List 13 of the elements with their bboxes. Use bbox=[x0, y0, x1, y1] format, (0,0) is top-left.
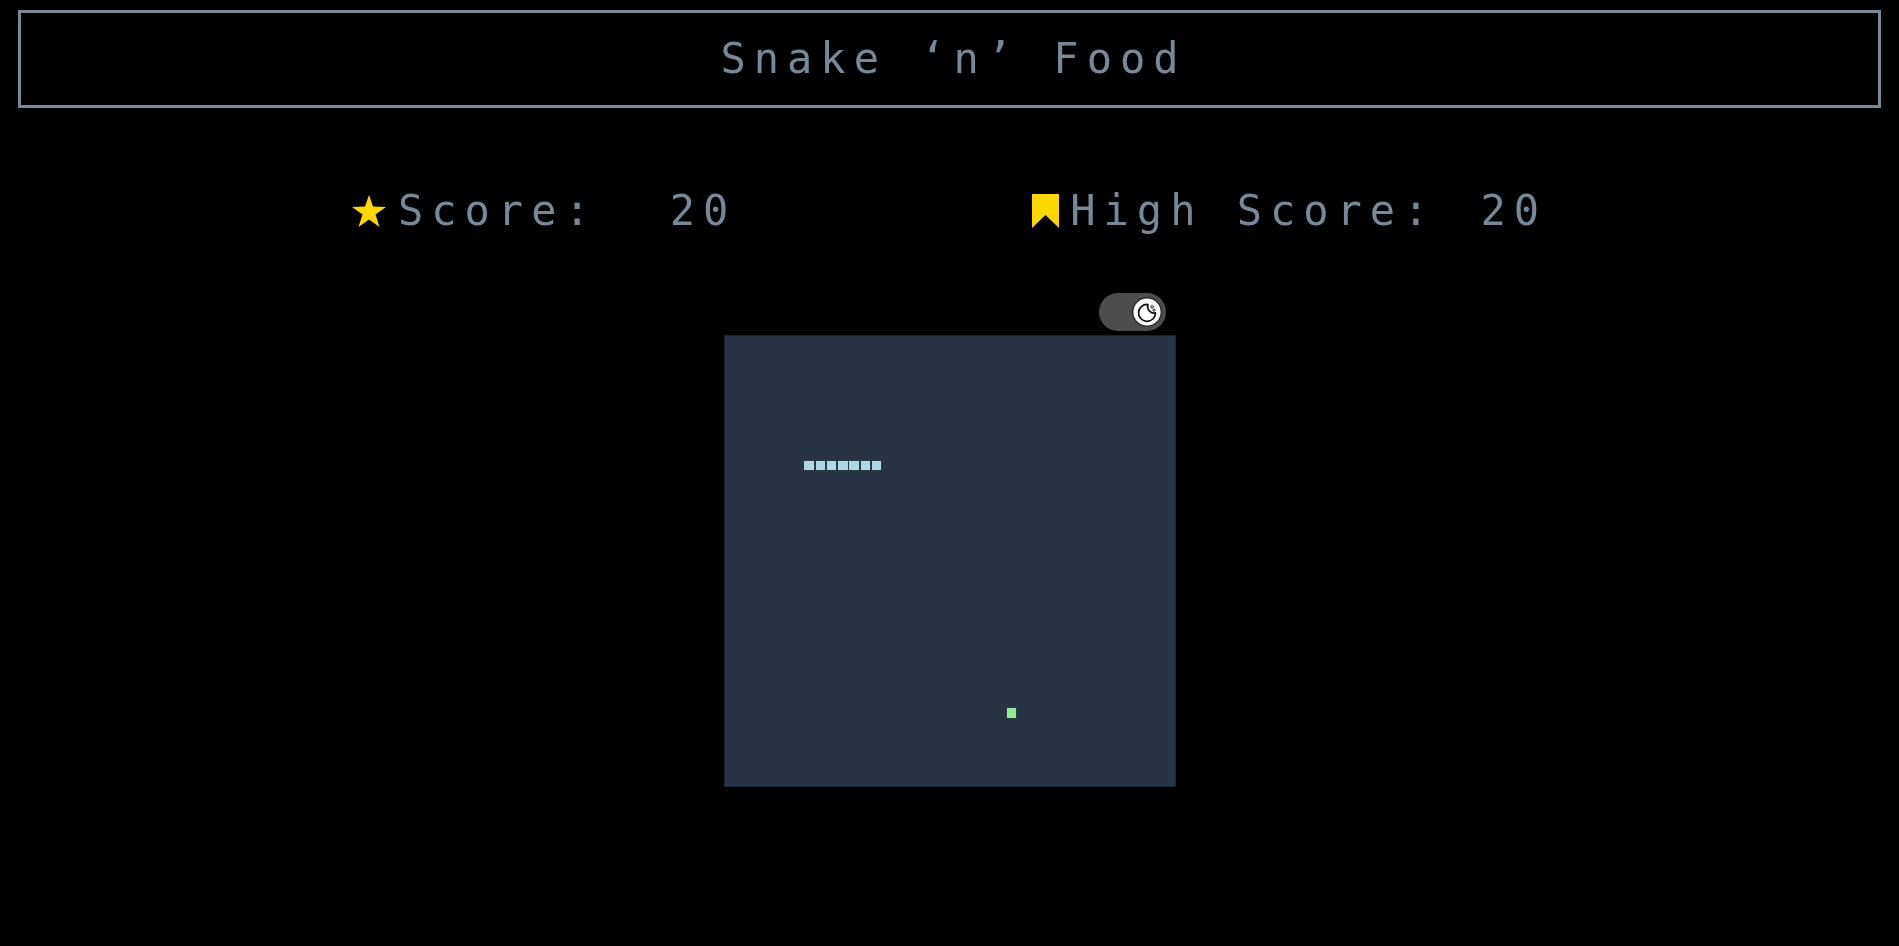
high-score-label: High Score: bbox=[1070, 187, 1437, 235]
game-title: Snake ‘n’ Food bbox=[719, 35, 1187, 83]
bookmark-icon bbox=[1032, 194, 1060, 228]
theme-toggle[interactable] bbox=[1098, 293, 1166, 331]
snake-segment bbox=[803, 459, 815, 472]
snake-segment bbox=[837, 459, 849, 472]
score-label: Score: bbox=[398, 187, 598, 235]
score-value: 20 bbox=[669, 187, 737, 235]
food-pellet bbox=[1005, 707, 1018, 719]
snake-segment bbox=[848, 459, 860, 472]
high-score-value: 20 bbox=[1480, 187, 1547, 235]
star-icon bbox=[352, 195, 386, 227]
moon-icon bbox=[1131, 297, 1162, 327]
